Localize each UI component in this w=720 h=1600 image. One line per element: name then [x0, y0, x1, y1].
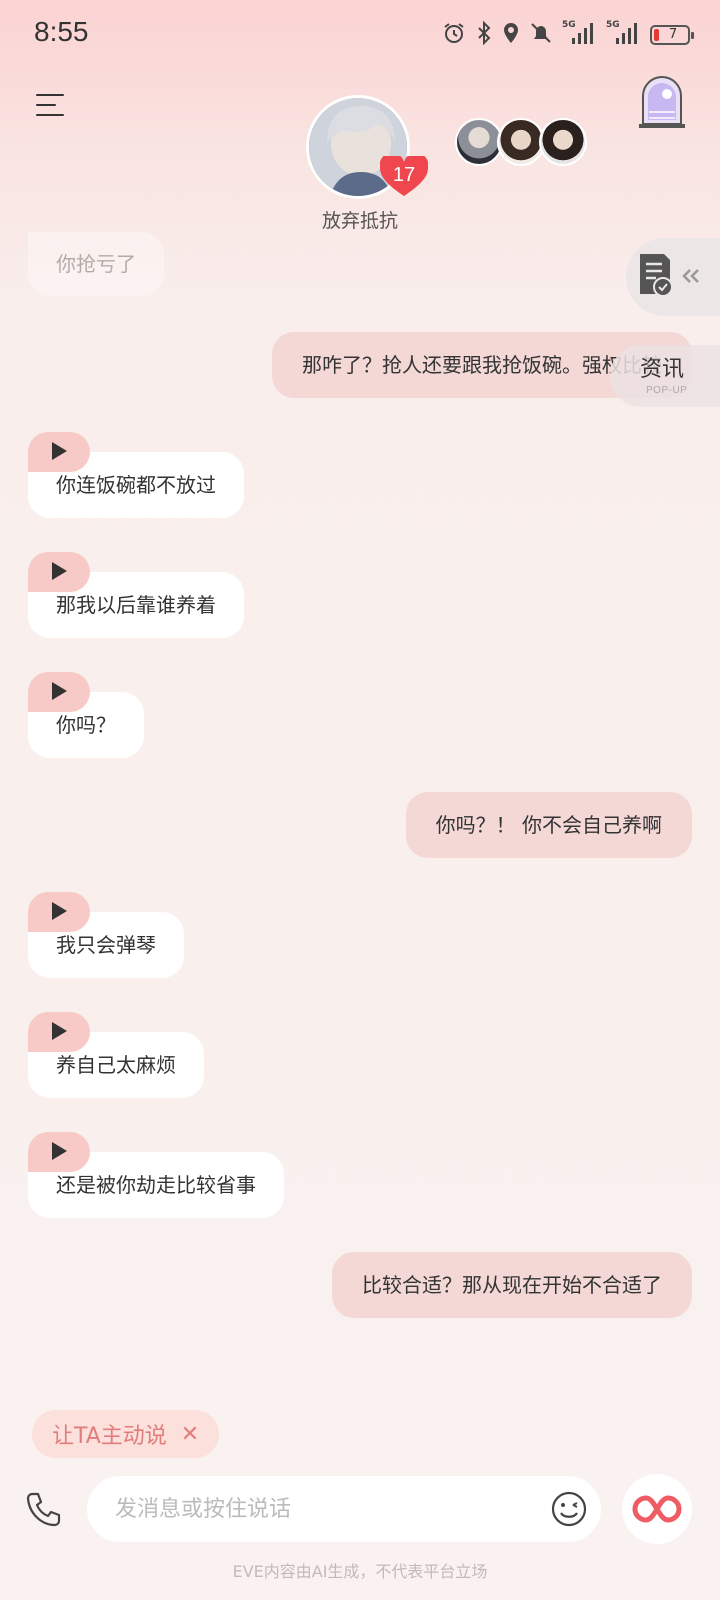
mini-avatar-1[interactable]	[455, 118, 503, 166]
menu-icon[interactable]	[36, 92, 66, 118]
bluetooth-icon	[476, 20, 492, 49]
mute-bell-icon	[530, 21, 552, 49]
suggestion-chip[interactable]: 让TA主动说 ✕	[32, 1410, 220, 1458]
message-ai-6: 我只会弹琴	[28, 892, 184, 978]
battery-level: 7	[668, 27, 678, 42]
play-voice-button[interactable]	[28, 892, 90, 932]
message-ai-7: 养自己太麻烦	[28, 1012, 204, 1098]
status-bar: 8:55 5G 5G 7	[0, 0, 720, 66]
ai-disclaimer: EVE内容由AI生成，不代表平台立场	[232, 1562, 488, 1581]
chip-label[interactable]: 让TA主动说	[52, 1418, 167, 1450]
other-characters[interactable]	[455, 118, 587, 166]
chat-area[interactable]: 你抢亏了 那咋了？抢人还要跟我抢饭碗。强权比较 你连饭碗都不放过 那我以后靠谁养…	[0, 232, 720, 1352]
message-ai-0: 你抢亏了	[28, 232, 164, 296]
message-user-5: 你吗？！ 你不会自己养啊	[405, 792, 692, 858]
alarm-icon	[442, 21, 466, 49]
mini-avatar-3[interactable]	[539, 118, 587, 166]
intimacy-level: 17	[392, 164, 416, 186]
location-icon	[502, 21, 520, 49]
news-sub-label: POP-UP	[646, 385, 688, 396]
play-voice-button[interactable]	[28, 672, 90, 712]
battery-icon: 7	[650, 25, 694, 45]
news-popup-button[interactable]: 资讯 POP-UP	[610, 345, 720, 407]
window-scene-icon[interactable]	[637, 74, 687, 130]
network-label: 5G	[562, 20, 576, 30]
mini-avatar-2[interactable]	[497, 118, 545, 166]
relationship-title: 放弃抵抗	[321, 210, 398, 232]
message-user-9: 比较合适？那从现在开始不合适了	[332, 1252, 692, 1318]
infinity-icon[interactable]	[622, 1474, 692, 1544]
phone-icon[interactable]	[24, 1490, 64, 1530]
message-ai-4: 你吗？	[28, 672, 144, 758]
signal-5g-icon-2: 5G	[606, 20, 640, 50]
message-ai-8: 还是被你劫走比较省事	[28, 1132, 284, 1218]
close-icon[interactable]: ✕	[181, 1422, 199, 1447]
news-label: 资讯	[640, 357, 685, 382]
network-label-2: 5G	[606, 20, 620, 30]
message-text: 你抢亏了	[28, 232, 164, 296]
status-icons: 5G 5G 7	[442, 20, 694, 50]
play-voice-button[interactable]	[28, 1132, 90, 1172]
play-voice-button[interactable]	[28, 552, 90, 592]
status-time: 8:55	[34, 16, 89, 47]
message-ai-3: 那我以后靠谁养着	[28, 552, 244, 638]
play-voice-button[interactable]	[28, 1012, 90, 1052]
intimacy-heart-badge: 17	[379, 152, 429, 198]
message-input[interactable]	[115, 1476, 535, 1542]
emoji-icon[interactable]	[549, 1489, 589, 1529]
signal-5g-icon: 5G	[562, 20, 596, 50]
play-voice-button[interactable]	[28, 432, 90, 472]
message-ai-2: 你连饭碗都不放过	[28, 432, 244, 518]
message-input-box[interactable]	[87, 1476, 601, 1542]
